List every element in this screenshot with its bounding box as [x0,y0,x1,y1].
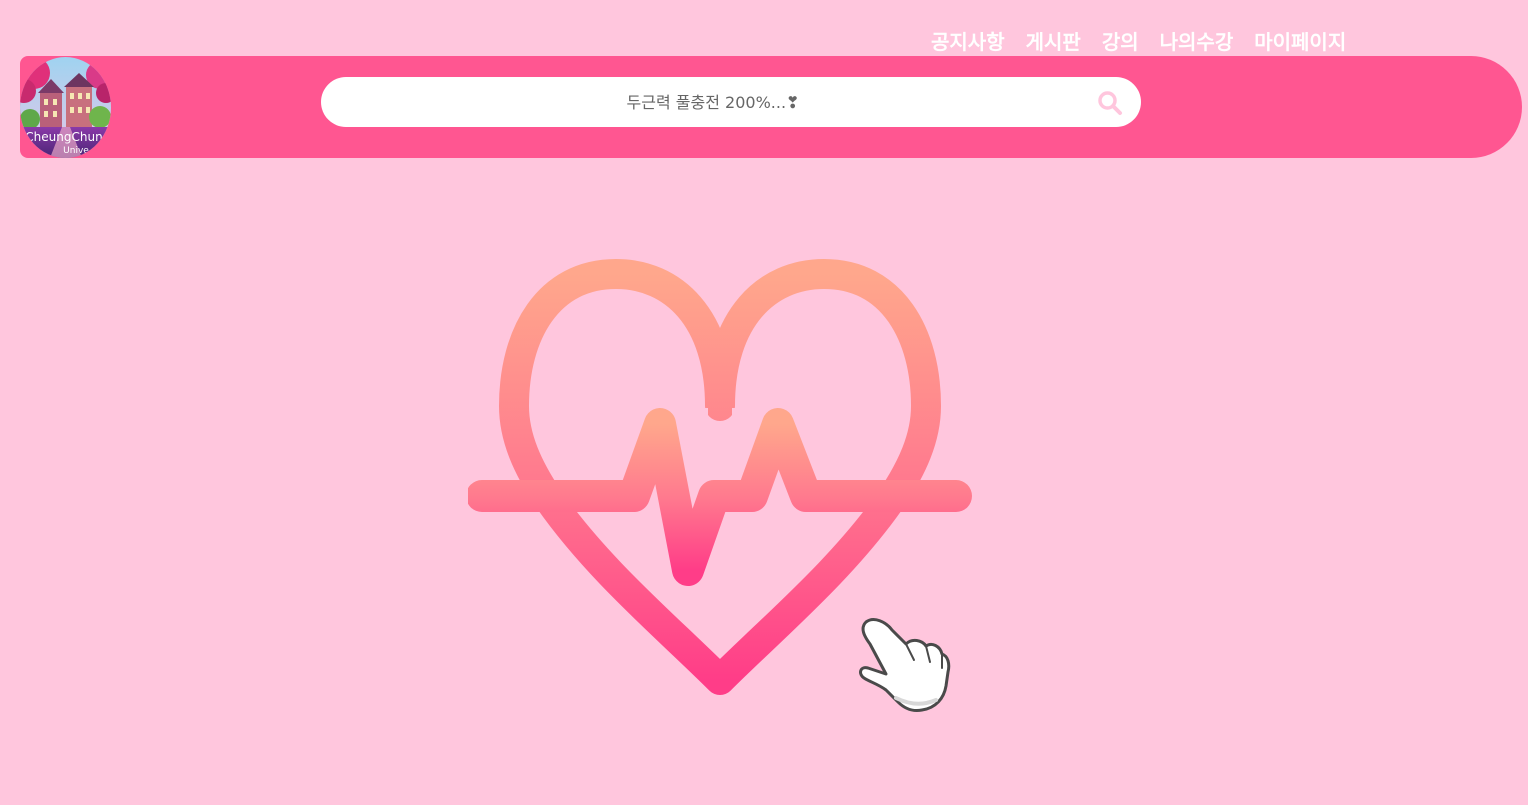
search-box [321,77,1141,127]
top-nav: 공지사항 게시판 강의 나의수강 마이페이지 [931,27,1346,57]
logo[interactable]: CheungChun Unive [20,57,111,158]
search-icon [1098,91,1122,115]
nav-my-page-link[interactable]: 마이페이지 [1254,27,1346,57]
page: 공지사항 게시판 강의 나의수강 마이페이지 CheungChun Unive … [0,0,1528,805]
search-input[interactable] [331,78,1095,126]
pointing-hand-icon [856,614,952,714]
logo-image: CheungChun Unive [20,57,111,158]
nav-my-courses-link[interactable]: 나의수강 [1160,27,1234,57]
nav-lecture-link[interactable]: 강의 [1102,27,1139,57]
nav-notice-link[interactable]: 공지사항 [931,27,1005,57]
nav-board-link[interactable]: 게시판 [1026,27,1081,57]
search-button[interactable] [1097,90,1123,116]
logo-title: CheungChun [25,130,102,144]
pointing-hand-graphic [859,618,951,712]
